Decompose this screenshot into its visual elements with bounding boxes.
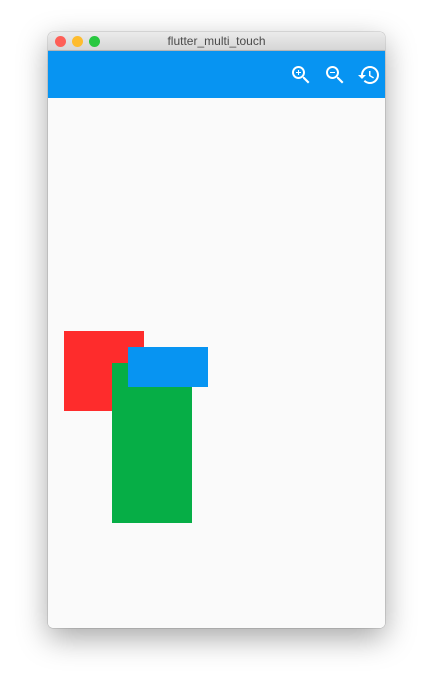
green-rectangle[interactable] bbox=[112, 363, 192, 523]
reset-button[interactable] bbox=[357, 63, 381, 87]
zoom-in-button[interactable] bbox=[289, 63, 313, 87]
window-titlebar[interactable]: flutter_multi_touch bbox=[48, 32, 385, 51]
app-bar bbox=[48, 51, 385, 98]
blue-rectangle[interactable] bbox=[128, 347, 208, 387]
canvas-area[interactable] bbox=[48, 98, 385, 628]
window-title: flutter_multi_touch bbox=[167, 34, 266, 48]
zoom-out-icon bbox=[326, 66, 344, 84]
history-icon bbox=[358, 66, 379, 84]
zoom-out-button[interactable] bbox=[323, 63, 347, 87]
zoom-in-icon bbox=[292, 66, 310, 84]
app-window: flutter_multi_touch bbox=[48, 32, 385, 628]
